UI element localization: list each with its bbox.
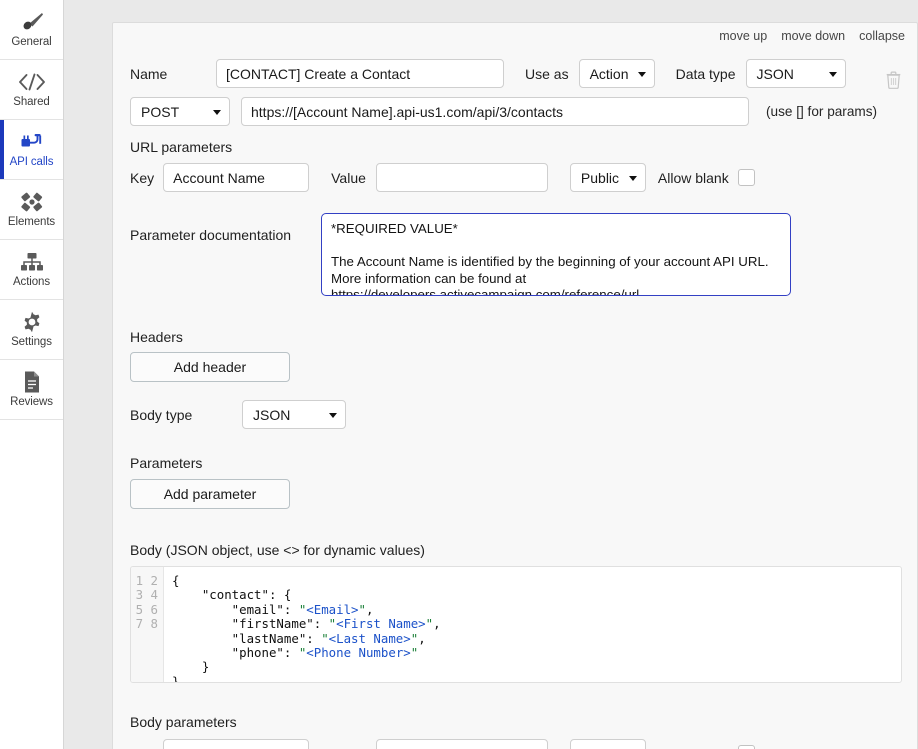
puzzle-tools-icon — [19, 190, 45, 214]
url-param-visibility-value: Public — [580, 169, 620, 186]
name-label: Name — [130, 65, 168, 82]
paintbrush-icon — [19, 10, 45, 34]
card-actions: move up move down collapse — [719, 29, 905, 43]
code-brackets-icon — [17, 70, 47, 94]
url-param-key-input[interactable] — [163, 163, 310, 192]
data-type-label: Data type — [675, 65, 736, 82]
sidebar-item-elements[interactable]: Elements — [0, 180, 63, 240]
body-param-key-label: Key — [130, 746, 154, 749]
editor-code-content[interactable]: { "contact": { "email": "<Email>", "firs… — [164, 567, 901, 682]
sidebar-item-api-calls[interactable]: API calls — [0, 120, 63, 180]
sidebar-item-label: General — [11, 36, 52, 49]
body-param-value-input[interactable] — [375, 739, 548, 749]
body-param-allow-blank-checkbox[interactable] — [737, 745, 755, 749]
body-parameters-title: Body parameters — [130, 714, 237, 730]
url-param-allow-blank-checkbox[interactable] — [737, 169, 755, 186]
sidebar-item-settings[interactable]: Settings — [0, 300, 63, 360]
body-param-value-label: Value — [331, 746, 366, 749]
chevron-down-icon — [637, 71, 646, 77]
delete-api-call-button[interactable] — [882, 69, 904, 93]
body-type-label: Body type — [130, 406, 193, 423]
body-param-visibility-select[interactable]: Public — [569, 739, 646, 749]
body-param-key-input[interactable] — [163, 739, 310, 749]
url-param-visibility-select[interactable]: Public — [569, 163, 646, 192]
body-type-select[interactable]: JSON — [242, 400, 346, 429]
sitemap-icon — [19, 250, 45, 274]
name-input[interactable] — [216, 59, 504, 88]
use-as-value: Action — [589, 65, 629, 82]
move-up-button[interactable]: move up — [719, 29, 767, 43]
body-type-row: Body type JSON — [130, 400, 346, 429]
parameter-documentation-textarea[interactable]: *REQUIRED VALUE* The Account Name is ide… — [321, 213, 791, 296]
url-param-allow-blank-label: Allow blank — [657, 169, 729, 186]
body-param-allow-blank-label: Allow blank — [658, 746, 729, 749]
left-sidebar: General Shared API calls Elements Action… — [0, 0, 64, 749]
gear-icon — [20, 310, 44, 334]
move-down-button[interactable]: move down — [781, 29, 845, 43]
collapse-button[interactable]: collapse — [859, 29, 905, 43]
sidebar-item-actions[interactable]: Actions — [0, 240, 63, 300]
data-type-value: JSON — [756, 65, 794, 82]
trash-icon — [886, 71, 901, 92]
editor-line-numbers: 1 2 3 4 5 6 7 8 — [131, 567, 164, 682]
url-row: POST (use [] for params) — [130, 97, 877, 126]
sidebar-item-reviews[interactable]: Reviews — [0, 360, 63, 420]
url-input[interactable] — [241, 97, 749, 126]
body-editor-label: Body (JSON object, use <> for dynamic va… — [130, 542, 425, 558]
chevron-down-icon — [213, 109, 221, 115]
sidebar-item-shared[interactable]: Shared — [0, 60, 63, 120]
url-param-key-label: Key — [130, 169, 155, 186]
sidebar-item-label: Actions — [12, 276, 50, 289]
body-param-visibility-value: Public — [581, 746, 619, 749]
http-method-select[interactable]: POST — [130, 97, 230, 126]
chevron-down-icon — [628, 175, 637, 181]
body-type-value: JSON — [253, 406, 291, 423]
sidebar-item-label: Reviews — [10, 396, 53, 409]
body-code-editor[interactable]: 1 2 3 4 5 6 7 8 { "contact": { "email": … — [130, 566, 902, 683]
url-parameters-title: URL parameters — [130, 139, 233, 155]
name-row: Name Use as Action Data type JSON — [130, 59, 846, 88]
sidebar-empty-space — [0, 420, 63, 749]
headers-title: Headers — [130, 329, 183, 345]
url-params-hint: (use [] for params) — [766, 104, 878, 119]
body-parameter-row: Key Value Public Allow blank — [130, 739, 755, 749]
plug-connector-icon — [19, 130, 45, 154]
chevron-down-icon — [329, 412, 337, 418]
sidebar-item-general[interactable]: General — [0, 0, 63, 60]
url-parameter-row: Key Value Public Allow blank — [130, 163, 755, 192]
sidebar-item-label: Shared — [13, 96, 50, 109]
http-method-value: POST — [141, 103, 180, 120]
url-param-value-label: Value — [331, 169, 366, 186]
content-area: move up move down collapse Name [CONTACT… — [112, 0, 918, 749]
add-header-button[interactable]: Add header — [130, 352, 290, 382]
sidebar-item-label: Elements — [7, 216, 56, 229]
parameters-title: Parameters — [130, 455, 203, 471]
sidebar-item-label: Settings — [11, 336, 52, 349]
use-as-label: Use as — [525, 65, 569, 82]
document-lines-icon — [22, 370, 42, 394]
app-root: General Shared API calls Elements Action… — [0, 0, 918, 749]
add-parameter-button[interactable]: Add parameter — [130, 479, 290, 509]
data-type-select[interactable]: JSON — [745, 59, 846, 88]
api-call-card: move up move down collapse Name [CONTACT… — [112, 22, 918, 749]
use-as-select[interactable]: Action — [578, 59, 655, 88]
url-param-value-input[interactable] — [375, 163, 548, 192]
parameter-documentation-label: Parameter documentation — [130, 227, 292, 243]
page-left-gap — [64, 0, 112, 749]
chevron-down-icon — [828, 71, 837, 77]
sidebar-item-label: API calls — [9, 156, 54, 169]
